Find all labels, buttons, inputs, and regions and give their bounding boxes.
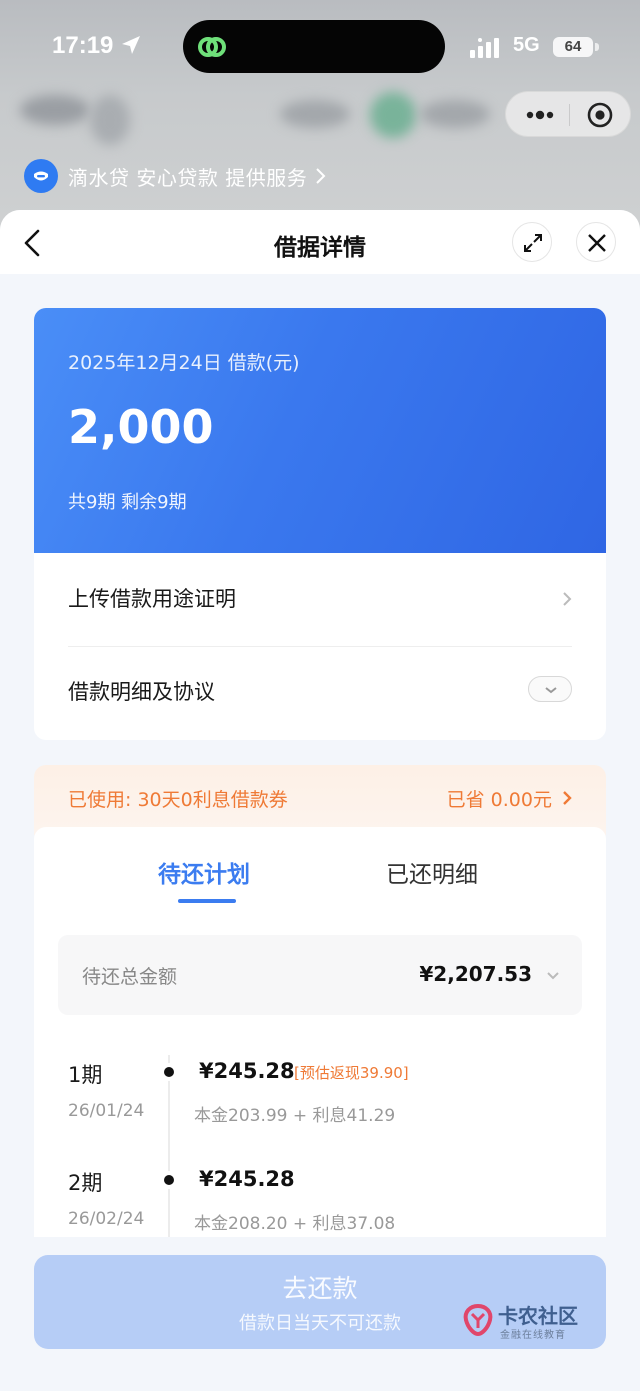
watermark: 卡农社区 金融在线教育 xyxy=(460,1300,620,1346)
cashback-tag: [预估返现39.90] xyxy=(294,1064,409,1082)
signal-icon xyxy=(470,38,499,58)
timeline-dot xyxy=(164,1067,174,1077)
watermark-logo-icon xyxy=(463,1303,493,1337)
watermark-title: 卡农社区 xyxy=(498,1304,578,1328)
timeline-dot xyxy=(164,1175,174,1185)
installment-period: 1期 xyxy=(68,1063,103,1087)
link-icon xyxy=(198,37,226,57)
coupon-banner[interactable]: 已使用: 30天0利息借款券 已省 0.00元 xyxy=(34,765,606,835)
loan-summary: 2025年12月24日 借款(元) 2,000 共9期 剩余9期 xyxy=(34,308,606,553)
tab-repaid-details[interactable]: 已还明细 xyxy=(386,855,478,889)
loan-date-label: 2025年12月24日 借款(元) xyxy=(68,352,300,374)
provider-logo-icon xyxy=(24,159,58,193)
loan-detail-sheet: 借据详情 2025年12月24日 借款(元) 2,000 共9期 剩余9期 上传… xyxy=(0,210,640,1391)
installment-amount: ¥245.28 xyxy=(199,1167,295,1191)
installment-date: 26/02/24 xyxy=(68,1209,145,1229)
expand-icon xyxy=(524,234,542,252)
battery-tip xyxy=(595,43,599,51)
location-arrow-icon xyxy=(122,36,140,54)
more-icon[interactable] xyxy=(522,104,558,126)
loan-amount: 2,000 xyxy=(68,400,214,454)
provider-link[interactable]: 滴水贷 安心贷款 提供服务 xyxy=(24,158,327,194)
chevron-down-icon xyxy=(545,687,557,694)
capsule-divider xyxy=(569,104,570,126)
installment-period: 2期 xyxy=(68,1171,103,1195)
dynamic-island xyxy=(183,20,445,73)
total-due-value: ¥2,207.53 xyxy=(419,962,532,986)
loan-card: 2025年12月24日 借款(元) 2,000 共9期 剩余9期 上传借款用途证… xyxy=(34,308,606,740)
loan-details-row[interactable]: 借款明细及协议 xyxy=(68,646,572,738)
exit-miniprogram-icon[interactable] xyxy=(586,101,614,129)
provider-text: 滴水贷 安心贷款 提供服务 xyxy=(68,165,308,190)
chevron-down-icon xyxy=(547,972,559,980)
status-time: 17:19 xyxy=(52,32,114,59)
list-item: 1期 26/01/24 ¥245.28 [预估返现39.90] 本金203.99… xyxy=(34,1059,606,1159)
close-icon xyxy=(588,234,606,252)
sheet-header: 借据详情 xyxy=(0,210,640,274)
watermark-subtitle: 金融在线教育 xyxy=(500,1330,566,1341)
expand-toggle[interactable] xyxy=(528,676,572,702)
tab-indicator xyxy=(178,899,236,903)
total-due-label: 待还总金额 xyxy=(82,966,178,988)
loan-terms: 共9期 剩余9期 xyxy=(68,492,187,513)
upload-proof-row[interactable]: 上传借款用途证明 xyxy=(68,553,572,645)
chevron-right-icon xyxy=(563,592,572,606)
installment-date: 26/01/24 xyxy=(68,1101,145,1121)
loan-details-label: 借款明细及协议 xyxy=(68,680,215,704)
coupon-used-text: 已使用: 30天0利息借款券 xyxy=(68,789,288,811)
battery-icon: 64 xyxy=(553,37,593,57)
status-bar: 17:19 5G 64 xyxy=(0,0,640,92)
coupon-saved-text: 已省 0.00元 xyxy=(446,789,552,811)
network-type: 5G xyxy=(513,34,540,56)
chevron-right-icon xyxy=(563,791,572,805)
close-button[interactable] xyxy=(576,222,616,262)
installment-detail: 本金208.20 + 利息37.08 xyxy=(194,1214,396,1234)
upload-proof-label: 上传借款用途证明 xyxy=(68,587,236,611)
expand-button[interactable] xyxy=(512,222,552,262)
chevron-right-icon xyxy=(316,168,326,184)
tab-pending-plan[interactable]: 待还计划 xyxy=(158,855,250,889)
miniprogram-capsule xyxy=(505,91,631,137)
installment-amount: ¥245.28 xyxy=(199,1059,295,1083)
installment-detail: 本金203.99 + 利息41.29 xyxy=(194,1106,396,1126)
total-due-row[interactable]: 待还总金额 ¥2,207.53 xyxy=(58,935,582,1015)
